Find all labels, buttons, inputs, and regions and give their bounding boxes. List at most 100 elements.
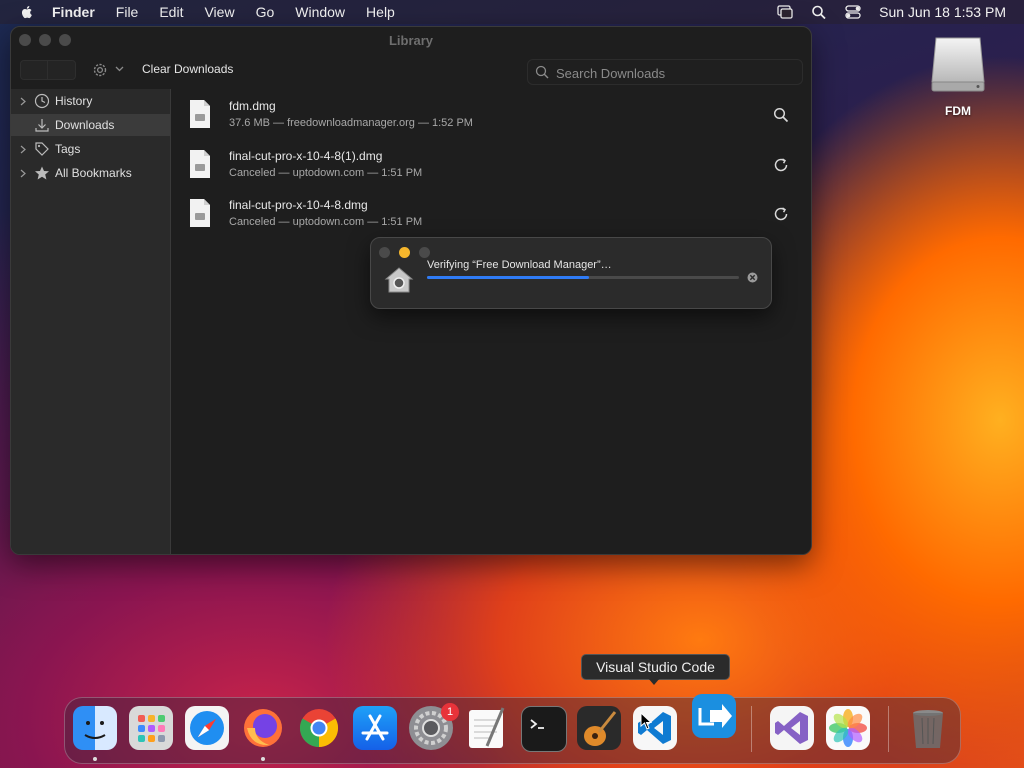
progress-fill bbox=[427, 276, 590, 279]
file-name: fdm.dmg bbox=[229, 99, 276, 113]
file-meta: 37.6 MB — freedownloadmanager.org — 1:52… bbox=[229, 117, 473, 129]
search-field[interactable] bbox=[527, 59, 803, 85]
clock-icon bbox=[34, 93, 50, 109]
menu-help[interactable]: Help bbox=[366, 4, 395, 20]
finder-dock-icon[interactable] bbox=[73, 706, 117, 750]
menu-clock[interactable]: Sun Jun 18 1:53 PM bbox=[879, 4, 1006, 20]
verifying-dialog: Verifying “Free Download Manager”… bbox=[370, 237, 772, 309]
dmg-file-icon bbox=[190, 150, 210, 178]
dock-separator bbox=[888, 706, 889, 752]
menu-window[interactable]: Window bbox=[295, 4, 345, 20]
menu-finder[interactable]: Finder bbox=[52, 4, 95, 20]
menu-file[interactable]: File bbox=[116, 4, 139, 20]
retry-icon[interactable] bbox=[773, 157, 789, 173]
chrome-dock-icon[interactable] bbox=[297, 706, 341, 750]
sidebar-item-label: Tags bbox=[55, 142, 81, 156]
search-input[interactable] bbox=[554, 63, 798, 83]
paper-pen-icon bbox=[469, 707, 505, 748]
trash-icon bbox=[913, 710, 943, 748]
compass-icon bbox=[190, 711, 224, 745]
tooltip-arrow bbox=[648, 678, 660, 685]
photos-dock-icon[interactable] bbox=[826, 706, 870, 750]
back-forward-control[interactable] bbox=[20, 60, 76, 80]
sidebar-item-label: All Bookmarks bbox=[55, 166, 132, 180]
list-item[interactable]: final-cut-pro-x-10-4-8(1).dmg Canceled —… bbox=[171, 139, 811, 187]
dock-tooltip: Visual Studio Code bbox=[581, 654, 730, 680]
app-store-a-icon bbox=[361, 714, 389, 741]
apple-icon[interactable] bbox=[19, 4, 35, 20]
sidebar-item-all-bookmarks[interactable]: All Bookmarks bbox=[11, 162, 170, 184]
drive-icon[interactable] bbox=[928, 34, 988, 94]
installer-icon bbox=[384, 267, 414, 293]
safari-dock-icon[interactable] bbox=[185, 706, 229, 750]
sidebar-item-label: History bbox=[55, 94, 93, 108]
dialog-minimize-button[interactable] bbox=[399, 247, 410, 258]
file-meta: Canceled — uptodown.com — 1:51 PM bbox=[229, 167, 423, 179]
menu-view[interactable]: View bbox=[204, 4, 234, 20]
chrome-logo-icon bbox=[299, 709, 339, 748]
photos-flower-icon bbox=[829, 709, 867, 747]
tag-icon bbox=[35, 142, 49, 156]
sidebar-item-downloads[interactable]: Downloads bbox=[11, 114, 170, 136]
sidebar-item-label: Downloads bbox=[55, 118, 115, 132]
chevron-right-icon[interactable] bbox=[20, 145, 26, 154]
fdm-arrow-icon bbox=[698, 704, 732, 728]
guitar-icon bbox=[584, 711, 617, 746]
vscode-dock-icon[interactable] bbox=[633, 706, 677, 750]
sidebar-item-history[interactable]: History bbox=[11, 90, 170, 112]
dmg-file-icon bbox=[190, 199, 210, 227]
search-icon bbox=[535, 65, 549, 79]
chevron-right-icon[interactable] bbox=[20, 169, 26, 178]
file-meta: Canceled — uptodown.com — 1:51 PM bbox=[229, 216, 423, 228]
dmg-file-icon bbox=[190, 100, 210, 128]
textedit-dock-icon[interactable] bbox=[465, 706, 509, 750]
verifying-message: Verifying “Free Download Manager”… bbox=[427, 259, 612, 271]
progress-bar bbox=[427, 276, 739, 279]
running-indicator bbox=[93, 757, 97, 761]
gear-icon[interactable] bbox=[91, 61, 109, 79]
dock-separator bbox=[751, 706, 752, 752]
star-icon bbox=[35, 166, 49, 180]
downloads-list: fdm.dmg 37.6 MB — freedownloadmanager.or… bbox=[171, 89, 811, 554]
firefox-logo-icon bbox=[244, 709, 282, 747]
list-item[interactable]: fdm.dmg 37.6 MB — freedownloadmanager.or… bbox=[171, 89, 811, 137]
file-name: final-cut-pro-x-10-4-8(1).dmg bbox=[229, 149, 383, 163]
launchpad-grid-icon bbox=[138, 715, 165, 742]
visual-studio-dock-icon[interactable] bbox=[770, 706, 814, 750]
sidebar-item-tags[interactable]: Tags bbox=[11, 138, 170, 160]
spotlight-icon[interactable] bbox=[811, 5, 827, 19]
garageband-dock-icon[interactable] bbox=[577, 706, 621, 750]
trash-dock-icon[interactable] bbox=[906, 706, 950, 750]
title-bar[interactable]: Library bbox=[11, 27, 811, 55]
running-indicator bbox=[261, 757, 265, 761]
chevron-down-icon[interactable] bbox=[115, 66, 124, 72]
firefox-dock-icon[interactable] bbox=[241, 706, 285, 750]
window-title: Library bbox=[388, 33, 434, 48]
notification-badge: 1 bbox=[441, 703, 459, 721]
chevron-right-icon[interactable] bbox=[20, 97, 26, 106]
launchpad-dock-icon[interactable] bbox=[129, 706, 173, 750]
list-item[interactable]: final-cut-pro-x-10-4-8.dmg Canceled — up… bbox=[171, 188, 811, 236]
visual-studio-logo-icon bbox=[775, 712, 808, 744]
stop-icon[interactable] bbox=[747, 272, 758, 283]
app-store-dock-icon[interactable] bbox=[353, 706, 397, 750]
retry-icon[interactable] bbox=[773, 206, 789, 222]
download-icon bbox=[35, 119, 49, 132]
screen-mirroring-icon[interactable] bbox=[777, 5, 793, 19]
menu-go[interactable]: Go bbox=[256, 4, 275, 20]
menu-bar: Finder File Edit View Go Window Help Sun… bbox=[0, 0, 1024, 24]
dialog-close-button[interactable] bbox=[379, 247, 390, 258]
finder-face-icon bbox=[84, 721, 106, 739]
fdm-dock-icon[interactable] bbox=[692, 694, 736, 738]
drive-label: FDM bbox=[945, 104, 971, 118]
control-center-icon[interactable] bbox=[845, 5, 861, 19]
sidebar: History Downloads Tags All Bookmarks bbox=[11, 89, 171, 554]
magnifier-icon[interactable] bbox=[773, 107, 789, 123]
mouse-cursor-icon bbox=[640, 712, 652, 730]
dialog-zoom-button[interactable] bbox=[419, 247, 430, 258]
terminal-dock-icon[interactable] bbox=[521, 706, 567, 752]
clear-downloads-button[interactable]: Clear Downloads bbox=[142, 62, 233, 76]
menu-edit[interactable]: Edit bbox=[159, 4, 183, 20]
terminal-prompt-icon bbox=[530, 719, 544, 729]
file-name: final-cut-pro-x-10-4-8.dmg bbox=[229, 198, 368, 212]
